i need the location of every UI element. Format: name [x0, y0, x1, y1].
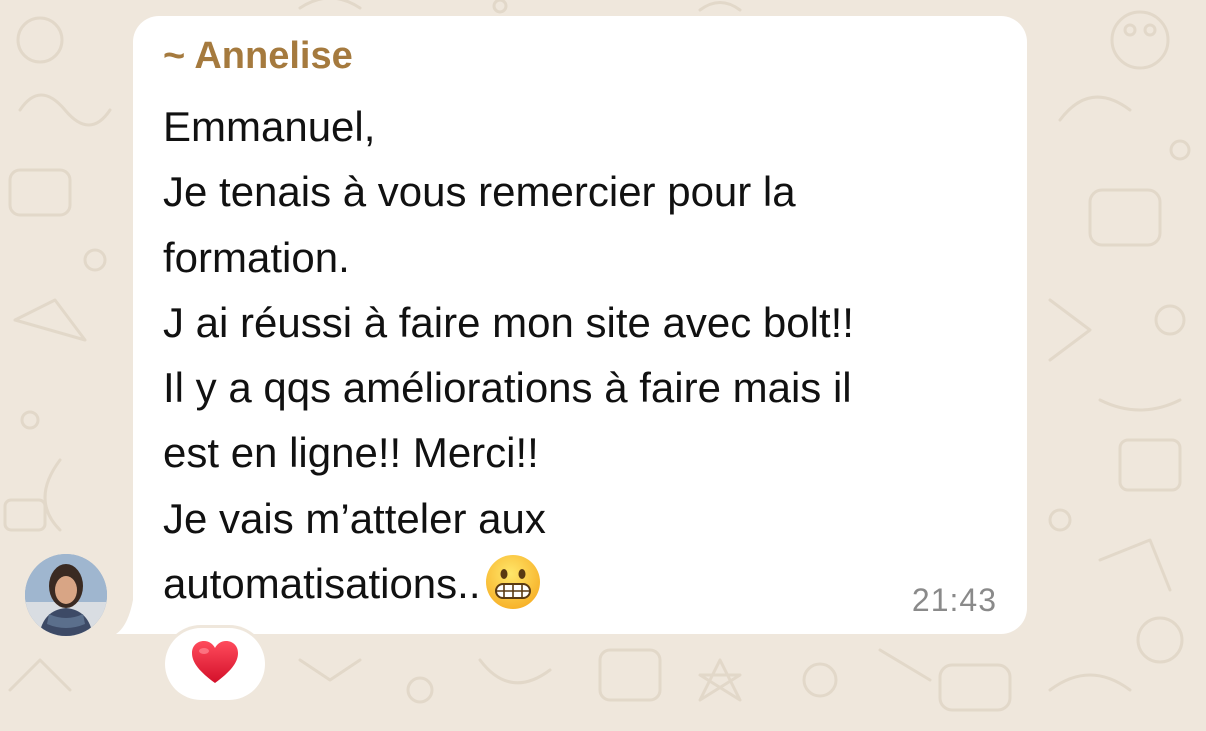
- message-line: J ai réussi à faire mon site avec bolt!!: [163, 298, 854, 346]
- sender-avatar[interactable]: [25, 554, 107, 636]
- message-bubble[interactable]: ~ Annelise Emmanuel, Je tenais à vous re…: [133, 16, 1027, 634]
- message-line: Je tenais à vous remercier pour la: [163, 168, 796, 216]
- message-line: Il y a qqs améliorations à faire mais il: [163, 364, 852, 412]
- reaction-pill[interactable]: [165, 628, 265, 700]
- message-timestamp: 21:43: [911, 582, 997, 618]
- message-line: formation.: [163, 233, 350, 281]
- message-line: Je vais m’atteler aux: [163, 494, 546, 542]
- message-line: est en ligne!! Merci!!: [163, 429, 539, 477]
- message-line-text: automatisations..: [163, 560, 481, 608]
- red-heart-icon: [190, 639, 240, 690]
- avatar-photo: [25, 554, 107, 636]
- message-text: Emmanuel, Je tenais à vous remercier pou…: [163, 94, 1023, 616]
- message-line-last: automatisations..: [163, 551, 1023, 616]
- sender-name[interactable]: ~ Annelise: [163, 34, 353, 78]
- grimacing-face-emoji: [485, 554, 541, 628]
- message-line: Emmanuel,: [163, 103, 376, 150]
